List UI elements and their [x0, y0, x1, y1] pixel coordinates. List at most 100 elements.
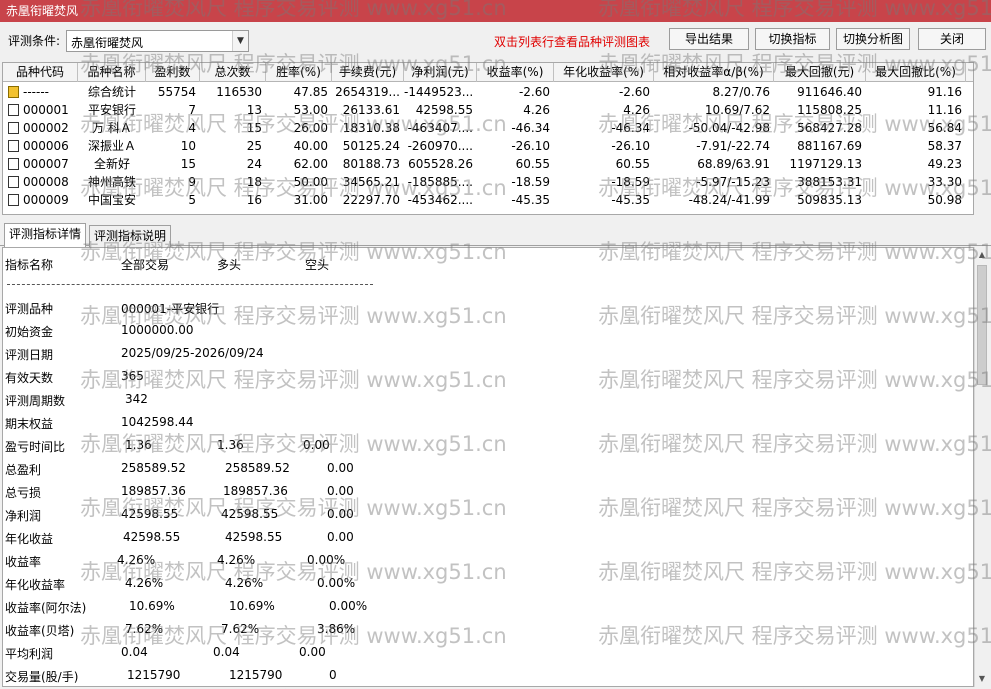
scroll-thumb[interactable]	[977, 265, 987, 385]
cell-name: 深振业Ａ	[87, 139, 136, 153]
cell-name: 神州高铁	[87, 175, 136, 189]
table-row[interactable]: 000009 中国宝安 5 16 31.00 22297.70 -453462.... -45…	[3, 191, 973, 209]
stat-short: 0.00	[303, 438, 330, 452]
cell-maxdd: 509835.13	[797, 193, 862, 207]
col-header-name[interactable]: 品种名称	[78, 63, 146, 82]
cell-fee: 18310.38	[342, 121, 400, 135]
stat-label: 净利润	[5, 509, 42, 523]
cell-winrate: 31.00	[293, 193, 328, 207]
stat-short: 0.00	[327, 530, 354, 544]
stat-short: 0.00%	[317, 576, 356, 590]
condition-select-value: 赤凰衔曜焚风	[71, 36, 144, 50]
results-table: 品种代码 品种名称 盈利数 总次数 胜率(%) 手续费(元) 净利润(元) 收益…	[2, 62, 974, 215]
stat-all: 4.26%	[117, 553, 156, 567]
cell-total: 24	[246, 157, 262, 171]
stat-short: 0.00	[327, 484, 354, 498]
cell-ret: 60.55	[515, 157, 550, 171]
scroll-up-icon[interactable]: ▲	[975, 247, 989, 263]
tab-indicator-detail[interactable]: 评测指标详情	[4, 223, 87, 247]
cell-total: 116530	[216, 85, 262, 99]
col-header-profit[interactable]: 净利润(元)	[404, 63, 477, 82]
stat-all: 1215790	[127, 668, 181, 682]
col-header-relative[interactable]: 相对收益率α/β(%)	[654, 63, 774, 82]
detail-scrollbar[interactable]: ▲ ▼	[974, 247, 988, 687]
info-value: 342	[125, 392, 148, 406]
switch-chart-button[interactable]: 切换分析图	[836, 28, 910, 50]
col-header-maxddp[interactable]: 最大回撤比(%)	[866, 63, 966, 82]
cell-maxddp: 56.84	[927, 121, 962, 135]
condition-select[interactable]: 赤凰衔曜焚风 ▼	[66, 30, 249, 52]
cell-annual: 4.26	[623, 103, 650, 117]
cell-name: 中国宝安	[87, 193, 136, 207]
col-header-wins[interactable]: 盈利数	[146, 63, 200, 82]
detail-panel: 指标名称 全部交易 多头 空头 评测品种 000001-平安银行 初始资金 10000…	[2, 247, 974, 687]
cell-code: ------	[23, 85, 49, 99]
cell-ret: -18.59	[511, 175, 550, 189]
cell-rel: -5.97/-15.23	[696, 175, 770, 189]
stat-short: 0.00	[299, 645, 326, 659]
cell-wins: 15	[180, 157, 196, 171]
info-value: 2025/09/25-2026/09/24	[121, 346, 264, 360]
cell-name: 综合统计	[87, 85, 136, 99]
col-header-maxdd[interactable]: 最大回撤(元)	[774, 63, 866, 82]
col-header-total[interactable]: 总次数	[200, 63, 266, 82]
col-header-code[interactable]: 品种代码	[3, 63, 78, 82]
stat-long: 7.62%	[221, 622, 260, 636]
cell-code: 000002	[23, 121, 69, 135]
tab-bar: 评测指标详情 评测指标说明	[0, 222, 991, 247]
tab-indicator-explain[interactable]: 评测指标说明	[89, 225, 172, 247]
close-button[interactable]: 关闭	[918, 28, 986, 50]
chevron-down-icon[interactable]: ▼	[232, 31, 248, 51]
stat-short: 0	[329, 668, 337, 682]
stat-all: 189857.36	[121, 484, 186, 498]
cell-rel: 68.89/63.91	[697, 157, 770, 171]
cell-wins: 4	[188, 121, 196, 135]
stat-label: 年化收益	[5, 532, 54, 546]
scroll-down-icon[interactable]: ▼	[975, 671, 989, 687]
cell-ret: -46.34	[511, 121, 550, 135]
table-row[interactable]: 000002 万 科Ａ 4 15 26.00 18310.38 -463407.... -46…	[3, 119, 973, 137]
table-row[interactable]: 000001 平安银行 7 13 53.00 26133.61 42598.55 4.26 4.…	[3, 101, 973, 119]
cell-wins: 55754	[157, 85, 196, 99]
export-button[interactable]: 导出结果	[669, 28, 749, 50]
col-header-fee[interactable]: 手续费(元)	[332, 63, 404, 82]
cell-name: 平安银行	[87, 103, 136, 117]
cell-profit: -185885....	[407, 175, 473, 189]
info-label: 评测周期数	[5, 394, 66, 408]
info-value: 1000000.00	[121, 323, 194, 337]
stat-all: 10.69%	[129, 599, 175, 613]
cell-winrate: 40.00	[293, 139, 328, 153]
table-row[interactable]: 000007 全新好 15 24 62.00 80188.73 605528.26 60.55…	[3, 155, 973, 173]
stat-short: 3.86%	[317, 622, 356, 636]
cell-maxdd: 568427.28	[797, 121, 862, 135]
stat-long: 1.36	[217, 438, 244, 452]
info-value: 1042598.44	[121, 415, 194, 429]
cell-maxdd: 911646.40	[797, 85, 862, 99]
stat-long: 42598.55	[225, 530, 283, 544]
stat-long: 0.04	[213, 645, 240, 659]
cell-winrate: 47.85	[293, 85, 328, 99]
cell-rel: -48.24/-41.99	[688, 193, 770, 207]
window-title: 赤凰衔曜焚风	[0, 0, 991, 22]
table-row[interactable]: 000006 深振业Ａ 10 25 40.00 50125.24 -260970.... -2…	[3, 137, 973, 155]
cell-annual: -45.35	[611, 193, 650, 207]
switch-indicator-button[interactable]: 切换指标	[755, 28, 830, 50]
stat-label: 收益率(阿尔法)	[5, 601, 87, 615]
hint-text: 双击列表行查看品种评测图表	[494, 35, 651, 49]
col-header-annual[interactable]: 年化收益率(%)	[554, 63, 654, 82]
cell-fee: 2654319...	[335, 85, 400, 99]
info-label: 期末权益	[5, 417, 54, 431]
table-row[interactable]: 000008 神州高铁 9 18 50.00 34565.21 -185885.... -18…	[3, 173, 973, 191]
table-row[interactable]: ------ 综合统计 55754 116530 47.85 2654319... -144…	[3, 83, 973, 101]
col-header-return[interactable]: 收益率(%)	[477, 63, 554, 82]
cell-winrate: 62.00	[293, 157, 328, 171]
col-header-winrate[interactable]: 胜率(%)	[266, 63, 332, 82]
cell-ret: -26.10	[511, 139, 550, 153]
stat-short: 0.00	[327, 507, 354, 521]
cell-code: 000007	[23, 157, 69, 171]
cell-fee: 34565.21	[342, 175, 400, 189]
cell-maxddp: 33.30	[927, 175, 962, 189]
stat-short: 0.00%	[307, 553, 346, 567]
stat-long: 1215790	[229, 668, 283, 682]
cell-annual: -18.59	[611, 175, 650, 189]
